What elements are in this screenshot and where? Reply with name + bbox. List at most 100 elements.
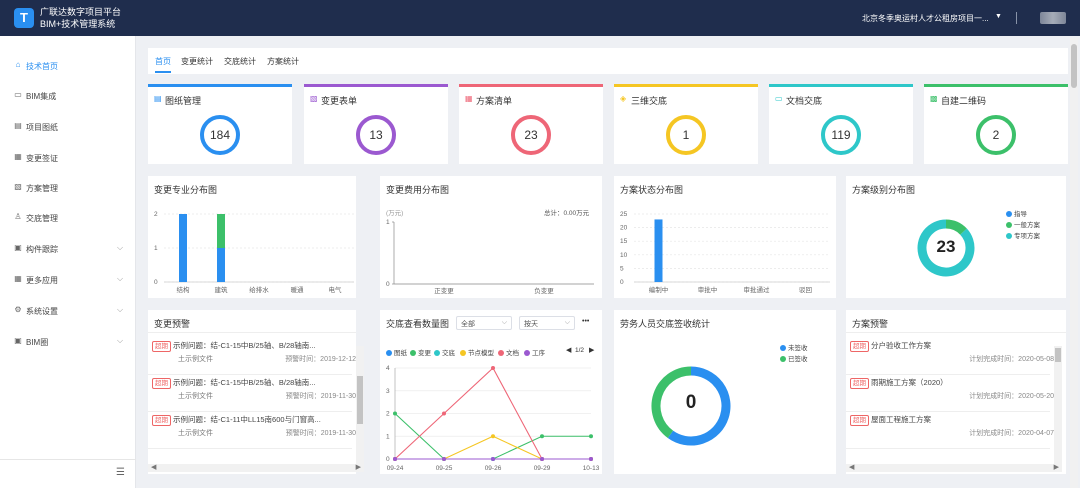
tab-home[interactable]: 首页 bbox=[155, 56, 171, 73]
tab-change-stats[interactable]: 变更统计 bbox=[181, 56, 213, 67]
stat-label: 方案清单 bbox=[476, 96, 513, 106]
legend-item[interactable]: 已签收 bbox=[780, 353, 808, 363]
warning-time: 预警时间：2019-12-12 bbox=[285, 356, 356, 363]
legend-item[interactable]: 未签收 bbox=[780, 342, 808, 352]
divider bbox=[148, 374, 352, 375]
tab-plan-stats[interactable]: 方案统计 bbox=[267, 56, 299, 67]
bar[interactable] bbox=[217, 248, 225, 282]
legend-item[interactable]: 指导 bbox=[1006, 208, 1027, 218]
legend-dot bbox=[780, 345, 786, 352]
scrollbar-thumb[interactable] bbox=[357, 376, 363, 424]
sidebar-item-label: 技术首页 bbox=[26, 62, 58, 71]
legend-item[interactable]: 专项方案 bbox=[1006, 230, 1040, 240]
drawing-icon: ▤ bbox=[154, 94, 162, 103]
panel-change-cost: 变更费用分布图 (万元) 总计：0.00万元 0 1 正变更 负变更 bbox=[380, 176, 602, 298]
data-point[interactable] bbox=[442, 411, 446, 416]
sidebar-item[interactable]: ▣ 构件跟踪 ⌵ bbox=[0, 239, 136, 259]
panel-labor-signin: 劳务人员交底签收统计 0 未签收 已签收 bbox=[614, 310, 836, 474]
collapse-menu-icon[interactable]: ☰ bbox=[116, 467, 125, 478]
stat-card[interactable]: ▩ 自建二维码 2 bbox=[924, 84, 1068, 164]
warning-text: 示例问题：结-C1-15中B/25轴、B/28轴南... bbox=[173, 341, 316, 350]
legend-item[interactable]: 一般方案 bbox=[1006, 219, 1040, 229]
bar[interactable] bbox=[217, 214, 225, 248]
data-point[interactable] bbox=[589, 434, 593, 439]
status-badge: 超期 bbox=[850, 415, 869, 426]
panel-change-major: 变更专业分布图 0 1 2 结构 建筑 给排水 暖通 电气 bbox=[148, 176, 356, 298]
panel-plan-warning: 方案预警 超期 分户验收工作方案 计划完成时间：2020-05-08 超期 雨期施工方案… bbox=[846, 310, 1066, 474]
stat-label: 变更表单 bbox=[321, 96, 358, 106]
data-point[interactable] bbox=[442, 457, 446, 461]
x-tick-label: 暖通 bbox=[291, 285, 305, 294]
app-logo-icon[interactable]: T bbox=[14, 8, 34, 28]
scrollbar-thumb[interactable] bbox=[1055, 348, 1061, 362]
data-point[interactable] bbox=[540, 434, 544, 439]
stat-value: 184 bbox=[200, 115, 240, 155]
legend-label: 未签收 bbox=[788, 345, 808, 352]
stat-card[interactable]: ▤ 图纸管理 184 bbox=[148, 84, 292, 164]
cube-icon: ◈ bbox=[620, 94, 627, 103]
horizontal-scrollbar[interactable]: ◀ ▶ bbox=[846, 464, 1062, 472]
caret-down-icon[interactable]: ▼ bbox=[995, 13, 1002, 20]
chevron-down-icon: ⌵ bbox=[117, 336, 124, 345]
scroll-right-icon[interactable]: ▶ bbox=[356, 463, 361, 471]
y-tick-label: 0 bbox=[386, 281, 390, 288]
stat-card[interactable]: ▧ 变更表单 13 bbox=[304, 84, 448, 164]
data-point[interactable] bbox=[491, 457, 495, 461]
list-item[interactable]: 超期 示例问题：结-C1-11中LL15南600与门窗高... 土示例文件 预警时间：… bbox=[148, 414, 362, 449]
stat-value: 13 bbox=[356, 115, 396, 155]
sidebar-item[interactable]: ▭ BIM集成 bbox=[0, 86, 136, 106]
scroll-right-icon[interactable]: ▶ bbox=[1054, 463, 1059, 471]
tab-disclosure-stats[interactable]: 交底统计 bbox=[224, 56, 256, 67]
vertical-scrollbar[interactable] bbox=[1054, 346, 1062, 464]
y-tick-label: 25 bbox=[620, 211, 628, 218]
sidebar-item[interactable]: ▦ 变更签证 bbox=[0, 148, 136, 168]
sidebar-item[interactable]: ⌂ 技术首页 bbox=[0, 56, 136, 76]
stat-card[interactable]: ▦ 方案清单 23 bbox=[459, 84, 603, 164]
data-point[interactable] bbox=[589, 457, 593, 461]
tab-bar: 首页 变更统计 交底统计 方案统计 bbox=[148, 48, 1068, 74]
warning-file: 土示例文件 bbox=[178, 430, 213, 437]
scroll-left-icon[interactable]: ◀ bbox=[849, 463, 854, 471]
donut-center-value: 23 bbox=[936, 237, 956, 256]
list-item[interactable]: 超期 示例问题：结-C1-15中B/25轴、B/28轴南... 土示例文件 预警时间：… bbox=[148, 377, 362, 412]
stat-card[interactable]: ◈ 三维交底 1 bbox=[614, 84, 758, 164]
sidebar-item-label: BIM集成 bbox=[26, 92, 57, 101]
data-point[interactable] bbox=[491, 366, 495, 370]
sidebar-item[interactable]: ▤ 项目图纸 bbox=[0, 117, 136, 137]
data-point[interactable] bbox=[393, 411, 397, 416]
vertical-scrollbar[interactable] bbox=[356, 346, 364, 464]
data-point[interactable] bbox=[491, 434, 495, 439]
bar[interactable] bbox=[654, 219, 663, 282]
sidebar-item[interactable]: ▦ 更多应用 ⌵ bbox=[0, 270, 136, 290]
sidebar-item[interactable]: ▧ 方案管理 bbox=[0, 178, 136, 198]
main-scrollbar[interactable] bbox=[1070, 38, 1078, 488]
series-line[interactable] bbox=[395, 435, 591, 460]
sidebar-item[interactable]: ♙ 交底管理 bbox=[0, 208, 136, 228]
data-point[interactable] bbox=[540, 457, 544, 461]
list-item[interactable]: 超期 雨期施工方案（2020） 计划完成时间：2020-05-20 bbox=[846, 377, 1060, 412]
app-title: 广联达数字项目平台 BIM+技术管理系统 bbox=[40, 6, 121, 30]
warning-time: 计划完成时间：2020-04-07 bbox=[969, 430, 1054, 437]
scroll-left-icon[interactable]: ◀ bbox=[151, 463, 156, 471]
bar[interactable] bbox=[179, 214, 187, 282]
sidebar-item[interactable]: ⚙ 系统设置 ⌵ bbox=[0, 301, 136, 321]
project-selector[interactable]: 北京冬季奥运村人才公租房项目一... bbox=[862, 13, 989, 24]
legend-label: 指导 bbox=[1014, 211, 1027, 218]
scrollbar-thumb[interactable] bbox=[1071, 44, 1077, 88]
sidebar-item[interactable]: ▣ BIM圈 ⌵ bbox=[0, 332, 136, 352]
y-tick-label: 4 bbox=[386, 365, 390, 372]
sidebar-item-label: 交底管理 bbox=[26, 214, 58, 223]
list-item[interactable]: 超期 示例问题：结-C1-15中B/25轴、B/28轴南... 土示例文件 预警时间：… bbox=[148, 340, 362, 375]
list-item[interactable]: 超期 分户验收工作方案 计划完成时间：2020-05-08 bbox=[846, 340, 1060, 375]
stat-value: 23 bbox=[511, 115, 551, 155]
list-icon: ▦ bbox=[465, 94, 473, 103]
pie-slice[interactable] bbox=[945, 219, 967, 235]
stat-card[interactable]: ▭ 文档交底 119 bbox=[769, 84, 913, 164]
user-avatar[interactable] bbox=[1040, 12, 1066, 24]
list-item[interactable]: 超期 屋面工程施工方案 计划完成时间：2020-04-07 bbox=[846, 414, 1060, 449]
horizontal-scrollbar[interactable]: ◀ ▶ bbox=[148, 464, 364, 472]
divider bbox=[148, 411, 352, 412]
y-tick-label: 2 bbox=[154, 211, 158, 218]
app-title-line2: BIM+技术管理系统 bbox=[40, 19, 116, 29]
data-point[interactable] bbox=[393, 457, 397, 461]
